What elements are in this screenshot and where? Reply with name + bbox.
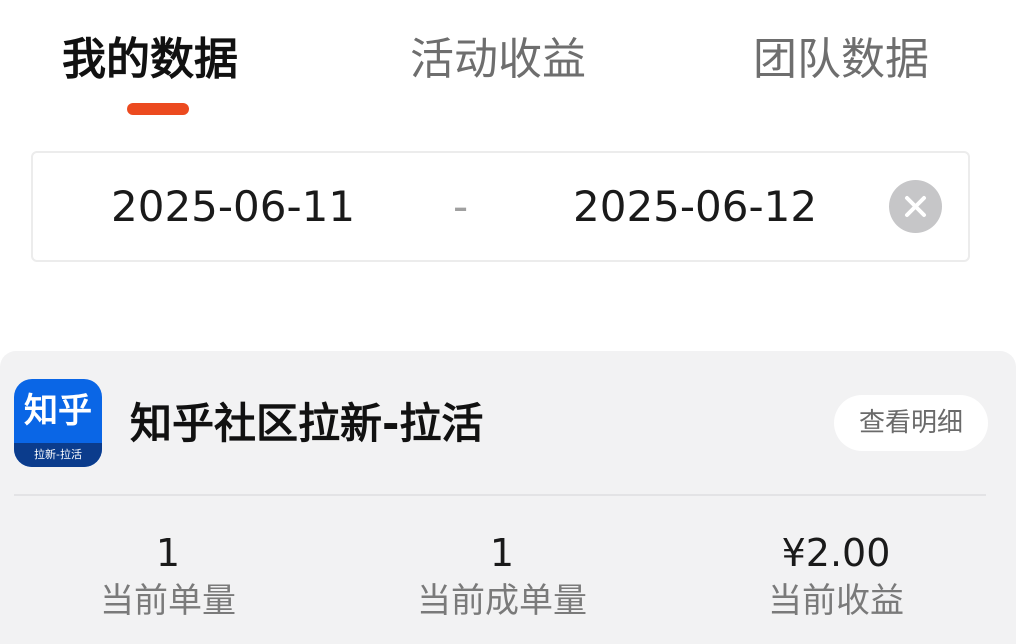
activity-title: 知乎社区拉新-拉活 <box>130 399 484 448</box>
stat-value: 1 <box>489 531 515 575</box>
tab-activity-earnings[interactable]: 活动收益 <box>410 30 586 90</box>
stat-label: 当前收益 <box>768 581 904 621</box>
tab-team-data[interactable]: 团队数据 <box>753 30 929 90</box>
app-icon-subtext: 拉新-拉活 <box>14 443 102 467</box>
stat-current-orders: 1 当前单量 <box>38 529 298 625</box>
tab-my-data[interactable]: 我的数据 <box>62 30 238 90</box>
date-separator: - <box>453 182 469 231</box>
activity-card: 知乎 拉新-拉活 知乎社区拉新-拉活 查看明细 1 当前单量 1 当前成单量 ¥… <box>0 351 1016 644</box>
card-divider <box>14 494 986 496</box>
stat-label: 当前单量 <box>100 581 236 621</box>
stat-value: ¥2.00 <box>781 531 891 575</box>
stat-current-earnings: ¥2.00 当前收益 <box>706 529 966 625</box>
stat-completed-orders: 1 当前成单量 <box>372 529 632 625</box>
stat-value: 1 <box>155 531 181 575</box>
start-date[interactable]: 2025-06-11 <box>111 153 355 260</box>
tab-bar: 我的数据 活动收益 团队数据 <box>0 0 1024 130</box>
clear-date-button[interactable] <box>889 180 942 233</box>
view-details-button[interactable]: 查看明细 <box>834 395 988 451</box>
end-date[interactable]: 2025-06-12 <box>573 153 817 260</box>
app-icon-text: 知乎 <box>24 391 92 431</box>
close-icon <box>905 196 926 217</box>
date-range-picker[interactable]: 2025-06-11 - 2025-06-12 <box>31 151 970 262</box>
zhihu-app-icon: 知乎 拉新-拉活 <box>14 379 102 467</box>
active-tab-indicator <box>127 103 189 115</box>
stat-label: 当前成单量 <box>417 581 587 621</box>
